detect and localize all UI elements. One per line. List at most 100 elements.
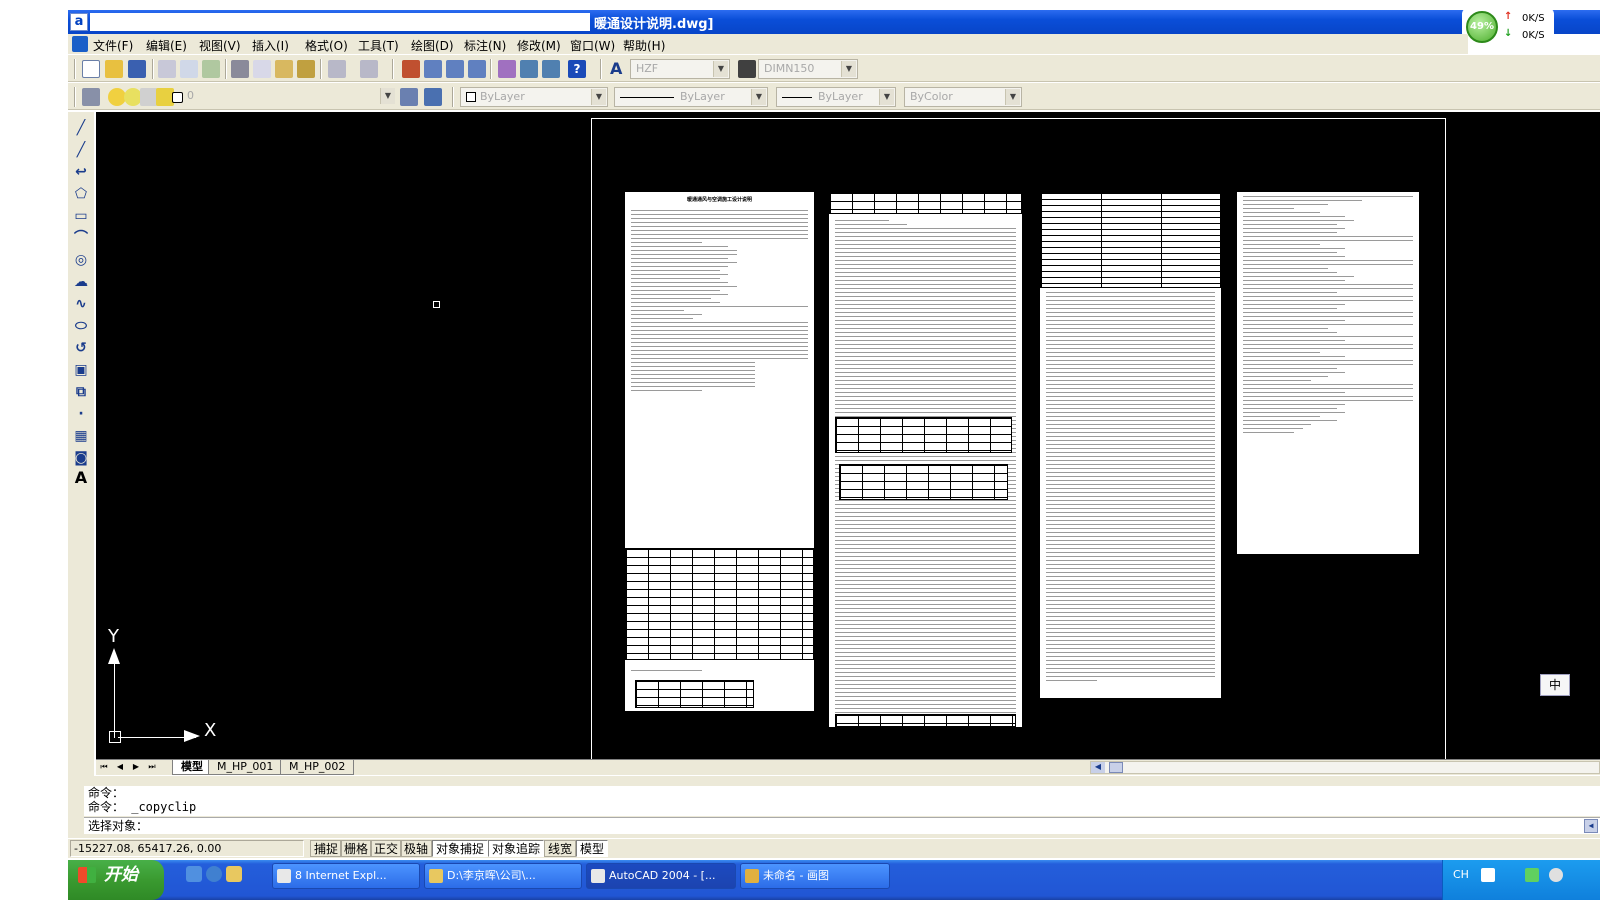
undo-icon[interactable] (328, 60, 346, 78)
model-toggle[interactable]: 模型 (576, 840, 609, 857)
zoom-realtime-icon[interactable] (424, 60, 442, 78)
task-autocad[interactable]: AutoCAD 2004 - [... (586, 863, 736, 889)
open-icon[interactable] (105, 60, 123, 78)
tray-icon[interactable] (1549, 868, 1563, 882)
menu-insert[interactable]: 插入(I) (252, 37, 289, 54)
menu-tools[interactable]: 工具(T) (358, 37, 399, 54)
linetype-select[interactable]: ByLayer ▼ (614, 87, 768, 107)
paste-icon[interactable] (275, 60, 293, 78)
menu-help[interactable]: 帮助(H) (623, 37, 665, 54)
tab-model[interactable]: 模型 (172, 760, 212, 775)
lineweight-select[interactable]: ByLayer ▼ (776, 87, 896, 107)
menu-dimension[interactable]: 标注(N) (464, 37, 506, 54)
polyline-icon[interactable]: ↩ (71, 162, 91, 182)
text-style-select[interactable]: HZF ▼ (630, 59, 730, 79)
tray-icon[interactable] (1525, 868, 1539, 882)
color-select[interactable]: ByLayer ▼ (460, 87, 608, 107)
last-tab-icon[interactable]: ⏭ (146, 761, 158, 773)
ellipse-icon[interactable]: ⬭ (71, 316, 91, 336)
design-center-icon[interactable] (520, 60, 538, 78)
dim-style-select[interactable]: DIMN150 ▼ (758, 59, 858, 79)
match-properties-icon[interactable] (297, 60, 315, 78)
region-icon[interactable]: ◙ (71, 448, 91, 468)
plot-style-select[interactable]: ByColor ▼ (904, 87, 1022, 107)
lineweight-toggle[interactable]: 线宽 (544, 840, 577, 857)
grid-toggle[interactable]: 栅格 (340, 840, 373, 857)
print-icon[interactable] (158, 60, 176, 78)
color-swatch (466, 92, 476, 102)
folder-icon[interactable] (226, 866, 242, 882)
insert-block-icon[interactable]: ▣ (71, 360, 91, 380)
task-paint[interactable]: 未命名 - 画图 (740, 863, 890, 889)
first-tab-icon[interactable]: ⏮ (98, 761, 110, 773)
command-input[interactable]: 选择对象： ◀ (84, 817, 1600, 834)
menu-modify[interactable]: 修改(M) (517, 37, 561, 54)
autocad-icon[interactable]: a (70, 13, 88, 31)
print-preview-icon[interactable] (180, 60, 198, 78)
new-icon[interactable] (82, 60, 100, 78)
revision-cloud-icon[interactable]: ☁ (71, 272, 91, 292)
pan-icon[interactable] (402, 60, 420, 78)
layer-manager-icon[interactable] (82, 88, 100, 106)
prev-tab-icon[interactable]: ◀ (114, 761, 126, 773)
tab-m-hp-001[interactable]: M_HP_001 (208, 760, 283, 775)
tool-palettes-icon[interactable] (542, 60, 560, 78)
polygon-icon[interactable]: ⬠ (71, 184, 91, 204)
menu-view[interactable]: 视图(V) (199, 37, 241, 54)
menu-draw[interactable]: 绘图(D) (411, 37, 454, 54)
coordinate-display[interactable]: -15227.08, 65417.26, 0.00 (70, 840, 304, 857)
save-icon[interactable] (128, 60, 146, 78)
rectangle-icon[interactable]: ▭ (71, 206, 91, 226)
internet-explorer-icon[interactable] (186, 866, 202, 882)
multiline-text-icon[interactable]: A (71, 468, 91, 488)
make-block-icon[interactable]: ⧉ (71, 382, 91, 402)
menu-window[interactable]: 窗口(W) (570, 37, 615, 54)
hatch-icon[interactable]: ▦ (71, 426, 91, 446)
properties-icon[interactable] (498, 60, 516, 78)
ellipse-arc-icon[interactable]: ↺ (71, 338, 91, 358)
cut-icon[interactable] (231, 60, 249, 78)
layer-select[interactable]: 0 ▼ (182, 87, 396, 107)
zoom-window-icon[interactable] (446, 60, 464, 78)
start-button[interactable]: 开始 (68, 860, 164, 900)
tray-icon[interactable] (1481, 868, 1495, 882)
ime-indicator[interactable]: 中 (1540, 674, 1570, 696)
document-icon[interactable] (72, 36, 88, 52)
publish-icon[interactable] (202, 60, 220, 78)
task-internet-explorer[interactable]: 8 Internet Expl... (272, 863, 420, 889)
horizontal-scrollbar[interactable]: ◀ (1090, 761, 1600, 774)
point-icon[interactable]: · (71, 404, 91, 424)
drawing-canvas[interactable]: 暖通通风与空调施工设计说明 Y X (96, 112, 1600, 759)
spline-icon[interactable]: ∿ (71, 294, 91, 314)
help-icon[interactable]: ? (568, 60, 586, 78)
chevron-down-icon: ▼ (380, 88, 395, 104)
text-style-icon[interactable]: A (610, 60, 628, 78)
osnap-toggle[interactable]: 对象捕捉 (432, 840, 489, 857)
menu-file[interactable]: 文件(F) (93, 37, 133, 54)
task-explorer-folder[interactable]: D:\李京晖\公司\... (424, 863, 582, 889)
menu-edit[interactable]: 编辑(E) (146, 37, 187, 54)
line-icon[interactable]: ╱ (71, 118, 91, 138)
scroll-thumb[interactable] (1109, 762, 1123, 773)
dim-style-icon[interactable] (738, 60, 756, 78)
network-monitor[interactable]: 49% ↑ 0K/S ↓ 0K/S (1462, 8, 1554, 46)
layer-previous-icon[interactable] (424, 88, 442, 106)
zoom-previous-icon[interactable] (468, 60, 486, 78)
circle-icon[interactable]: ◎ (71, 250, 91, 270)
snap-toggle[interactable]: 捕捉 (310, 840, 343, 857)
browser-icon[interactable] (206, 866, 222, 882)
scroll-left-icon[interactable]: ◀ (1091, 762, 1105, 773)
copy-icon[interactable] (253, 60, 271, 78)
menu-format[interactable]: 格式(O) (305, 37, 348, 54)
construction-line-icon[interactable]: ╱ (71, 140, 91, 160)
redo-icon[interactable] (360, 60, 378, 78)
scroll-left-icon[interactable]: ◀ (1584, 819, 1598, 833)
tab-m-hp-002[interactable]: M_HP_002 (280, 760, 355, 775)
language-indicator[interactable]: CH (1453, 868, 1469, 881)
arc-icon[interactable]: ⌒ (71, 228, 91, 248)
make-current-layer-icon[interactable] (400, 88, 418, 106)
ortho-toggle[interactable]: 正交 (370, 840, 403, 857)
otrack-toggle[interactable]: 对象追踪 (488, 840, 545, 857)
polar-toggle[interactable]: 极轴 (400, 840, 433, 857)
next-tab-icon[interactable]: ▶ (130, 761, 142, 773)
